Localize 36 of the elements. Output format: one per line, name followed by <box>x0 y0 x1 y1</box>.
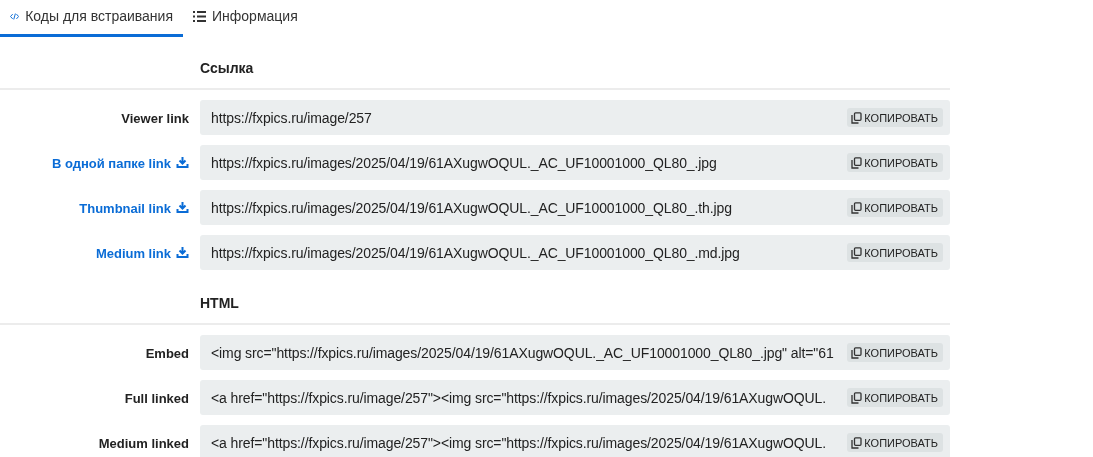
section-heading: HTML <box>200 295 239 311</box>
download-icon <box>176 156 189 169</box>
copy-icon <box>851 391 863 404</box>
download-icon <box>176 201 189 214</box>
code-field[interactable]: https://fxpics.ru/images/2025/04/19/61AXugwOQUL._AC_UF10001000_QL80_.md.jpg КОПИРОВАТЬ <box>200 235 950 270</box>
copy-button[interactable]: КОПИРОВАТЬ <box>847 153 943 172</box>
copy-icon <box>851 346 863 359</box>
code-field[interactable]: <img src="https://fxpics.ru/images/2025/04/19/61AXugwOQUL._AC_UF10001000_QL80_.jpg" alt="61 КОПИРОВАТЬ <box>200 335 950 370</box>
copy-icon <box>851 156 863 169</box>
field-label: Full linked <box>124 390 189 406</box>
field-label: Embed <box>145 345 189 361</box>
copy-button[interactable]: КОПИРОВАТЬ <box>847 343 943 362</box>
tab[interactable]: Информация <box>183 0 308 37</box>
copy-button[interactable]: КОПИРОВАТЬ <box>847 198 943 217</box>
field-label: Medium linked <box>98 435 189 451</box>
download-link[interactable]: Thumbnail link <box>79 200 189 216</box>
copy-button[interactable]: КОПИРОВАТЬ <box>847 433 943 452</box>
copy-button[interactable]: КОПИРОВАТЬ <box>847 243 943 262</box>
copy-icon <box>851 111 863 124</box>
list-icon <box>193 10 206 22</box>
copy-icon <box>851 436 863 449</box>
field-label: Viewer link <box>121 110 189 126</box>
download-icon <box>176 246 189 259</box>
copy-icon <box>851 246 863 259</box>
copy-button[interactable]: КОПИРОВАТЬ <box>847 108 943 127</box>
copy-icon <box>851 201 863 214</box>
code-field[interactable]: <a href="https://fxpics.ru/image/257"><img src="https://fxpics.ru/images/2025/04/19/61AXugwOQUL. КОПИРОВАТЬ <box>200 425 950 457</box>
copy-button[interactable]: КОПИРОВАТЬ <box>847 388 943 407</box>
section-heading: Ссылка <box>200 60 254 76</box>
download-link[interactable]: В одной папке link <box>51 155 189 171</box>
code-field[interactable]: https://fxpics.ru/image/257 КОПИРОВАТЬ <box>200 100 950 135</box>
code-field[interactable]: <a href="https://fxpics.ru/image/257"><img src="https://fxpics.ru/images/2025/04/19/61AXugwOQUL. КОПИРОВАТЬ <box>200 380 950 415</box>
code-field[interactable]: https://fxpics.ru/images/2025/04/19/61AXugwOQUL._AC_UF10001000_QL80_.jpg КОПИРОВАТЬ <box>200 145 950 180</box>
code-field[interactable]: https://fxpics.ru/images/2025/04/19/61AXugwOQUL._AC_UF10001000_QL80_.th.jpg КОПИРОВАТЬ <box>200 190 950 225</box>
download-link[interactable]: Medium link <box>95 245 189 261</box>
tab[interactable]: Коды для встраивания <box>0 0 183 37</box>
